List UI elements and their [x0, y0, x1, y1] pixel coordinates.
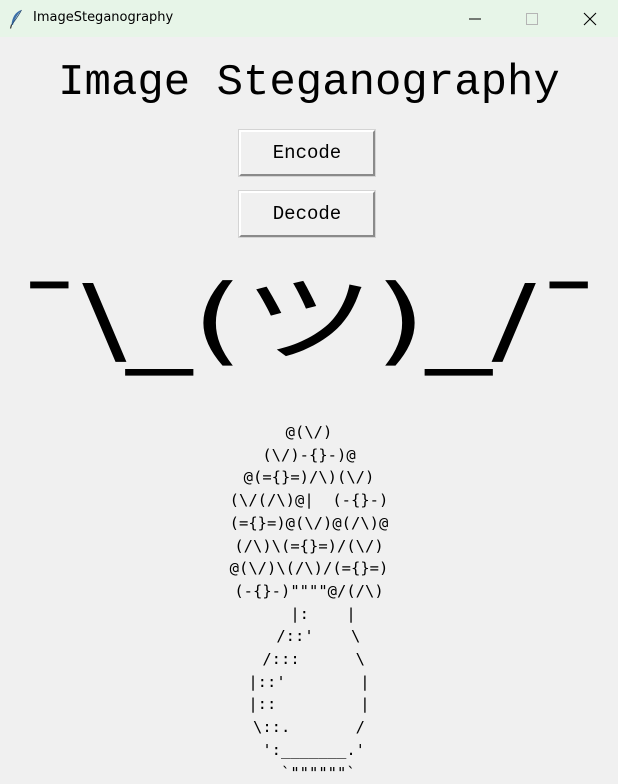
- feather-icon: [9, 9, 22, 29]
- app-window: ImageSteganography Image Steganography E…: [0, 0, 618, 784]
- encode-button[interactable]: Encode: [239, 130, 375, 176]
- minimize-button[interactable]: [446, 0, 504, 37]
- maximize-icon: [526, 13, 538, 25]
- title-bar[interactable]: ImageSteganography: [0, 0, 618, 37]
- ascii-flower-art: @(\/) (\/)-{}-)@ @(={}=)/\)(\/) (\/(/\)@…: [229, 423, 389, 782]
- close-button[interactable]: [561, 0, 618, 37]
- minimize-icon: [469, 18, 481, 20]
- maximize-button[interactable]: [503, 0, 561, 37]
- shrug-emoticon: ¯\_(ツ)_/¯: [17, 264, 602, 376]
- window-title: ImageSteganography: [33, 10, 174, 25]
- decode-button[interactable]: Decode: [239, 191, 375, 237]
- close-icon: [583, 12, 597, 26]
- shrug-text: ¯\_(ツ)_/¯: [17, 264, 602, 376]
- page-title: Image Steganography: [58, 58, 560, 108]
- main-content: Image Steganography Encode Decode ¯\_(ツ)…: [0, 37, 618, 784]
